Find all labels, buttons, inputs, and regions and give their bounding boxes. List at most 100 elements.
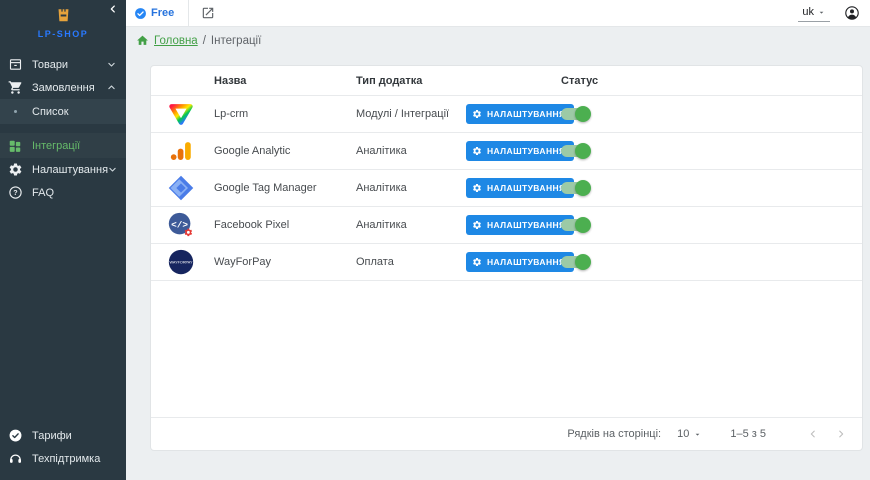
integration-type: Аналітика — [356, 219, 466, 231]
table-empty-space — [151, 281, 862, 417]
breadcrumb-separator: / — [203, 35, 206, 47]
settings-button[interactable]: НАЛАШТУВАННЯ — [466, 104, 574, 124]
integration-name: Lp-crm — [214, 108, 356, 120]
caret-down-icon — [817, 8, 826, 17]
table-row: WAYFORPAY WayForPay Оплата НАЛАШТУВАННЯ — [151, 244, 862, 281]
status-toggle[interactable] — [561, 217, 591, 233]
svg-text:WAYFORPAY: WAYFORPAY — [170, 261, 193, 265]
sidebar-logo-text: LP-SHOP — [0, 29, 126, 39]
sidebar-item-label: Налаштування — [32, 164, 108, 176]
gear-icon — [472, 257, 482, 267]
settings-button-label: НАЛАШТУВАННЯ — [487, 183, 566, 193]
language-value: uk — [802, 6, 814, 18]
open-in-new-icon[interactable] — [201, 6, 215, 20]
topbar: Free uk — [126, 0, 870, 27]
next-page-icon[interactable] — [834, 427, 848, 441]
table-row: Google Analytic Аналітика НАЛАШТУВАННЯ — [151, 133, 862, 170]
status-toggle[interactable] — [561, 106, 591, 122]
shop-bag-logo-icon — [55, 6, 72, 23]
settings-button-label: НАЛАШТУВАННЯ — [487, 146, 566, 156]
table-row: Google Tag Manager Аналітика НАЛАШТУВАНН… — [151, 170, 862, 207]
settings-button-label: НАЛАШТУВАННЯ — [487, 109, 566, 119]
table-row: Lp-crm Модулі / Інтеграції НАЛАШТУВАННЯ — [151, 96, 862, 133]
status-toggle[interactable] — [561, 254, 591, 270]
pagination-range: 1–5 з 5 — [730, 428, 766, 440]
gear-icon — [472, 109, 482, 119]
headset-icon — [7, 451, 23, 467]
breadcrumb-current: Інтеграції — [211, 35, 261, 47]
apps-icon — [7, 138, 23, 154]
rows-per-page-select[interactable]: 10 — [677, 428, 702, 440]
verified-badge-icon — [134, 7, 147, 20]
sidebar-footer-nav: Тарифи Техпідтримка — [0, 424, 126, 470]
status-toggle[interactable] — [561, 180, 591, 196]
google-tag-manager-logo — [165, 172, 197, 204]
sidebar-item-list[interactable]: Список — [0, 99, 126, 124]
settings-button[interactable]: НАЛАШТУВАННЯ — [466, 141, 574, 161]
settings-button-label: НАЛАШТУВАННЯ — [487, 220, 566, 230]
sidebar-item-support[interactable]: Техпідтримка — [0, 447, 126, 470]
cart-icon — [7, 80, 23, 96]
chevron-down-icon — [107, 60, 116, 69]
sidebar-item-label: Тарифи — [32, 430, 116, 442]
previous-page-icon[interactable] — [806, 427, 820, 441]
pagination: Рядків на сторінці: 10 1–5 з 5 — [151, 417, 862, 450]
box-icon — [7, 57, 23, 73]
breadcrumb-home-link[interactable]: Головна — [154, 35, 198, 47]
lp-crm-logo — [165, 98, 197, 130]
sidebar-nav: Товари Замовлення Список Інтеграції — [0, 53, 126, 204]
topbar-divider — [188, 0, 189, 26]
status-toggle[interactable] — [561, 143, 591, 159]
settings-button[interactable]: НАЛАШТУВАННЯ — [466, 178, 574, 198]
table-row: </> Facebook Pixel Аналітика НАЛАШТУВАНН… — [151, 207, 862, 244]
bullet-icon — [7, 104, 23, 120]
settings-button-label: НАЛАШТУВАННЯ — [487, 257, 566, 267]
breadcrumb: Головна / Інтеграції — [126, 27, 870, 65]
facebook-pixel-logo: </> — [165, 209, 197, 241]
sidebar-item-faq[interactable]: ? FAQ — [0, 181, 126, 204]
home-icon — [136, 34, 149, 47]
sidebar-item-tariffs[interactable]: Тарифи — [0, 424, 126, 447]
gear-icon — [472, 146, 482, 156]
sidebar-item-integrations[interactable]: Інтеграції — [0, 133, 126, 158]
integrations-card: Назва Тип додатка Статус Lp-crm Модулі /… — [150, 65, 863, 451]
account-circle-icon[interactable] — [844, 5, 860, 21]
column-header-status: Статус — [561, 75, 598, 87]
integration-name: Facebook Pixel — [214, 219, 356, 231]
sidebar-item-label: Список — [32, 106, 116, 118]
plan-badge[interactable]: Free — [134, 7, 174, 20]
gear-icon — [472, 183, 482, 193]
integration-type: Оплата — [356, 256, 466, 268]
sidebar-item-label: Товари — [32, 59, 107, 71]
sidebar-item-settings[interactable]: Налаштування — [0, 158, 126, 181]
sidebar-item-orders[interactable]: Замовлення — [0, 76, 126, 99]
sidebar-spacer — [0, 204, 126, 416]
sidebar-item-products[interactable]: Товари — [0, 53, 126, 76]
chevron-down-icon — [108, 165, 117, 174]
integration-type: Модулі / Інтеграції — [356, 108, 466, 120]
language-select[interactable]: uk — [798, 4, 830, 22]
caret-down-icon — [693, 430, 702, 439]
topbar-right: uk — [798, 4, 860, 22]
svg-text:?: ? — [13, 189, 17, 197]
svg-text:</>: </> — [171, 219, 188, 230]
google-analytics-logo — [165, 135, 197, 167]
sidebar-item-label: Інтеграції — [32, 140, 116, 152]
settings-button[interactable]: НАЛАШТУВАННЯ — [466, 252, 574, 272]
gear-icon — [472, 220, 482, 230]
integration-name: Google Tag Manager — [214, 182, 356, 194]
integration-name: WayForPay — [214, 256, 356, 268]
plan-label: Free — [151, 7, 174, 19]
table-header: Назва Тип додатка Статус — [151, 66, 862, 96]
sidebar-header: LP-SHOP — [0, 0, 126, 45]
gear-icon — [7, 162, 23, 178]
sidebar-item-label: FAQ — [32, 187, 116, 199]
sidebar-collapse-icon[interactable] — [108, 4, 118, 14]
rows-per-page-value: 10 — [677, 428, 689, 440]
settings-button[interactable]: НАЛАШТУВАННЯ — [466, 215, 574, 235]
integration-name: Google Analytic — [214, 145, 356, 157]
sidebar-item-label: Техпідтримка — [32, 453, 116, 465]
verified-icon — [7, 428, 23, 444]
rows-per-page-label: Рядків на сторінці: — [567, 428, 661, 440]
sidebar-item-label: Замовлення — [32, 82, 107, 94]
